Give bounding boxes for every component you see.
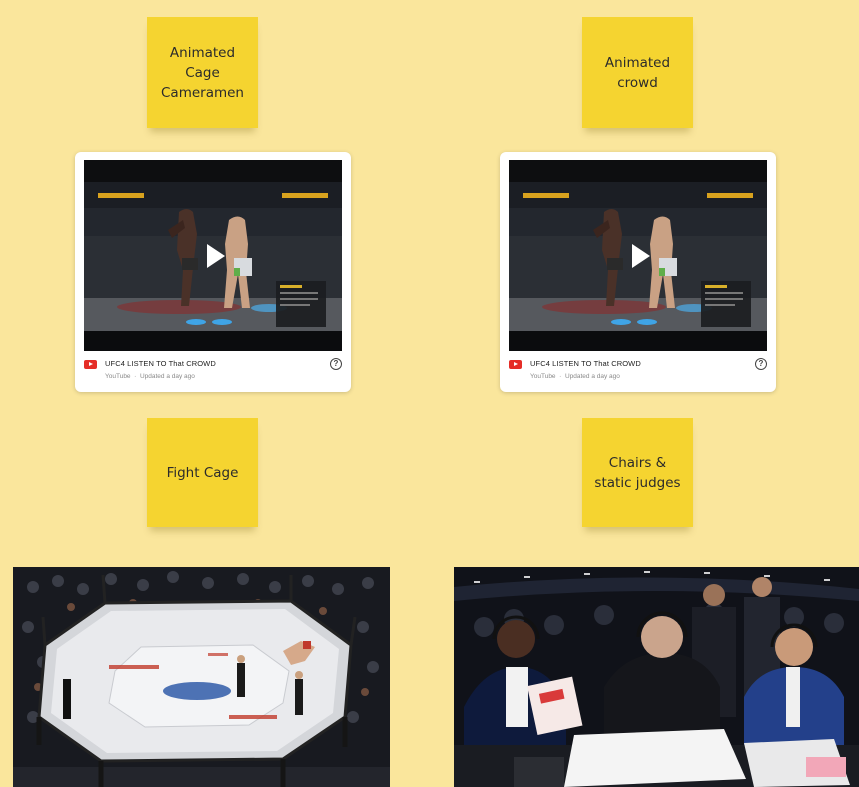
- video-updated: Updated a day ago: [139, 373, 195, 380]
- video-meta: UFC4 LISTEN TO That CROWD YouTube · Upda…: [509, 358, 767, 384]
- video-thumbnail[interactable]: [509, 160, 767, 351]
- video-title[interactable]: UFC4 LISTEN TO That CROWD: [530, 359, 641, 368]
- video-source: YouTube: [530, 373, 556, 380]
- video-embed-card[interactable]: UFC4 LISTEN TO That CROWD YouTube · Upda…: [75, 152, 351, 392]
- sticky-note-crowd[interactable]: Animated crowd: [582, 17, 693, 128]
- sticky-note-chairs-judges[interactable]: Chairs & static judges: [582, 418, 693, 527]
- video-thumbnail-image: [509, 160, 767, 351]
- video-title[interactable]: UFC4 LISTEN TO That CROWD: [105, 359, 216, 368]
- video-source-updated: YouTube · Updated a day ago: [105, 373, 195, 380]
- fight-cage-photo[interactable]: [13, 567, 390, 787]
- sticky-note-fight-cage[interactable]: Fight Cage: [147, 418, 258, 527]
- video-thumbnail[interactable]: [84, 160, 342, 351]
- sticky-note-text: Chairs & static judges: [594, 454, 681, 491]
- question-mark-icon[interactable]: ?: [755, 358, 767, 370]
- video-source-updated: YouTube · Updated a day ago: [530, 373, 620, 380]
- question-mark-icon[interactable]: ?: [330, 358, 342, 370]
- sticky-note-text: Fight Cage: [166, 464, 239, 481]
- commentators-photo[interactable]: [454, 567, 859, 787]
- sticky-note-text: Animated crowd: [604, 54, 671, 91]
- video-source: YouTube: [105, 373, 131, 380]
- fight-cage-image: [13, 567, 390, 787]
- video-thumbnail-image: [84, 160, 342, 351]
- video-meta: UFC4 LISTEN TO That CROWD YouTube · Upda…: [84, 358, 342, 384]
- video-embed-card[interactable]: UFC4 LISTEN TO That CROWD YouTube · Upda…: [500, 152, 776, 392]
- video-updated: Updated a day ago: [564, 373, 620, 380]
- sticky-note-cage-cameramen[interactable]: Animated Cage Cameramen: [147, 17, 258, 128]
- sticky-note-text: Animated Cage Cameramen: [161, 44, 244, 101]
- youtube-icon: [84, 360, 97, 369]
- commentators-image: [454, 567, 859, 787]
- youtube-icon: [509, 360, 522, 369]
